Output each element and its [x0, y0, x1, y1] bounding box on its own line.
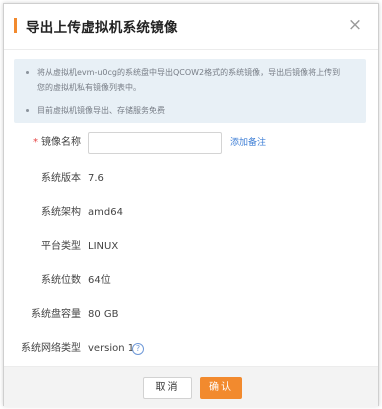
- bullet-icon: [26, 109, 29, 112]
- disk-size-value: 80 GB: [88, 309, 119, 320]
- notice-text-line2: 目前虚拟机镜像导出、存储服务免费: [37, 106, 165, 115]
- dialog-footer: 取消 确认: [4, 366, 378, 407]
- title-accent-bar: [14, 18, 17, 33]
- row-disk-size: 系统盘容量 80 GB: [4, 304, 378, 326]
- row-os-version: 系统版本 7.6: [4, 168, 378, 190]
- os-arch-value: amd64: [88, 207, 123, 218]
- os-version-value: 7.6: [88, 173, 104, 184]
- row-image-name: * 镜像名称 添加备注: [4, 132, 378, 154]
- bullet-icon: [26, 71, 29, 74]
- os-bits-label: 系统位数: [41, 275, 81, 286]
- image-name-input[interactable]: [88, 132, 222, 154]
- disk-size-label: 系统盘容量: [31, 309, 81, 320]
- notice-text-line1: 将从虚拟机evm-u0cg的系统盘中导出QCOW2格式的系统镜像，导出后镜像将上…: [37, 68, 341, 77]
- export-image-dialog: 导出上传虚拟机系统镜像 × 将从虚拟机evm-u0cg的系统盘中导出QCOW2格…: [3, 3, 379, 407]
- info-notice: 将从虚拟机evm-u0cg的系统盘中导出QCOW2格式的系统镜像，导出后镜像将上…: [14, 59, 366, 123]
- platform-value: LINUX: [88, 241, 119, 252]
- row-os-bits: 系统位数 64位: [4, 270, 378, 292]
- help-icon[interactable]: ?: [132, 343, 144, 355]
- confirm-button[interactable]: 确认: [200, 377, 242, 399]
- platform-label: 平台类型: [41, 241, 81, 252]
- notice-item-export: 将从虚拟机evm-u0cg的系统盘中导出QCOW2格式的系统镜像，导出后镜像将上…: [22, 65, 358, 95]
- row-net-type: 系统网络类型 version 1 ?: [4, 338, 378, 360]
- image-name-label: * 镜像名称: [33, 137, 81, 148]
- required-mark: *: [33, 137, 38, 148]
- net-type-value: version 1: [88, 343, 135, 354]
- dialog-header: 导出上传虚拟机系统镜像 ×: [4, 4, 378, 50]
- os-bits-value: 64位: [88, 275, 111, 286]
- notice-text-line1b: 您的虚拟机私有镜像列表中。: [37, 83, 141, 92]
- net-type-label: 系统网络类型: [21, 343, 81, 354]
- add-note-link[interactable]: 添加备注: [230, 132, 266, 154]
- cancel-button[interactable]: 取消: [143, 377, 192, 399]
- os-version-label: 系统版本: [41, 173, 81, 184]
- close-icon[interactable]: ×: [346, 16, 364, 34]
- dialog-title: 导出上传虚拟机系统镜像: [26, 20, 178, 36]
- row-os-arch: 系统架构 amd64: [4, 202, 378, 224]
- os-arch-label: 系统架构: [41, 207, 81, 218]
- notice-item-free: 目前虚拟机镜像导出、存储服务免费: [22, 103, 358, 118]
- row-platform: 平台类型 LINUX: [4, 236, 378, 258]
